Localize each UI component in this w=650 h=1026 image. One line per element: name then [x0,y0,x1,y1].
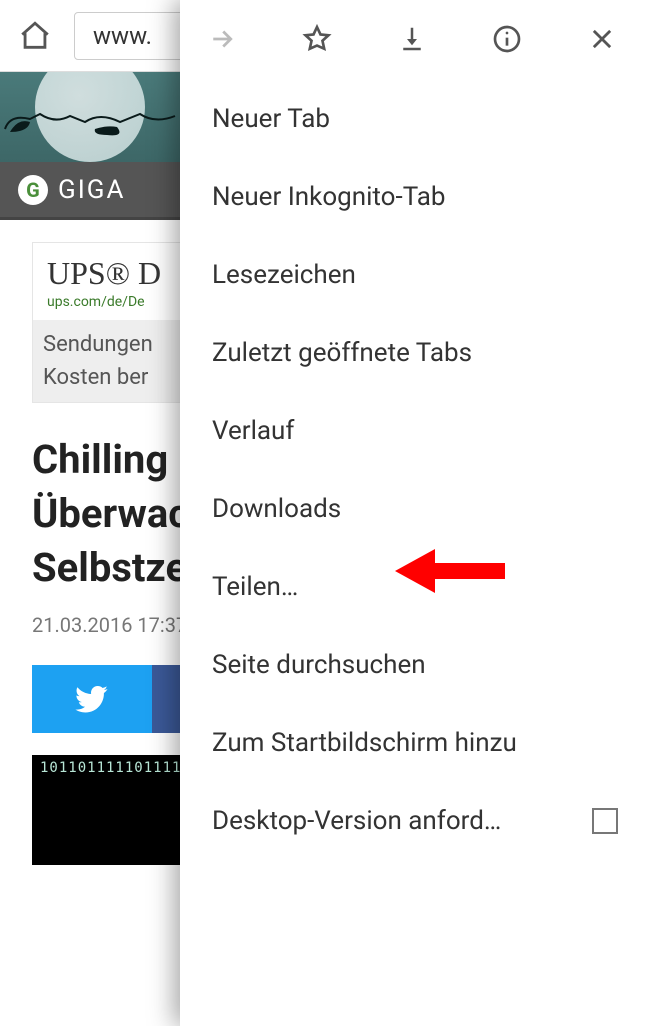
site-logo[interactable]: G [18,175,48,205]
menu-item-add-to-home[interactable]: Zum Startbildschirm hinzu [180,704,650,782]
info-icon[interactable] [487,19,527,59]
site-name: GIGA [58,175,125,205]
menu-list: Neuer Tab Neuer Inkognito-Tab Lesezeiche… [180,74,650,866]
url-text: www. [93,22,152,50]
home-icon[interactable] [18,19,52,53]
desktop-site-checkbox[interactable] [592,808,618,834]
star-icon[interactable] [297,19,337,59]
menu-item-history[interactable]: Verlauf [180,392,650,470]
forward-icon[interactable] [202,19,242,59]
menu-item-recent-tabs[interactable]: Zuletzt geöffnete Tabs [180,314,650,392]
menu-item-downloads[interactable]: Downloads [180,470,650,548]
menu-item-new-incognito[interactable]: Neuer Inkognito-Tab [180,158,650,236]
menu-icon-row [180,4,650,74]
menu-item-desktop-site[interactable]: Desktop-Version anford… [180,782,650,860]
menu-item-new-tab[interactable]: Neuer Tab [180,80,650,158]
browser-menu: Neuer Tab Neuer Inkognito-Tab Lesezeiche… [180,0,650,1026]
annotation-arrow [395,547,505,595]
menu-item-bookmarks[interactable]: Lesezeichen [180,236,650,314]
download-icon[interactable] [392,19,432,59]
menu-item-find-in-page[interactable]: Seite durchsuchen [180,626,650,704]
twitter-share-button[interactable] [32,665,152,733]
close-icon[interactable] [582,19,622,59]
